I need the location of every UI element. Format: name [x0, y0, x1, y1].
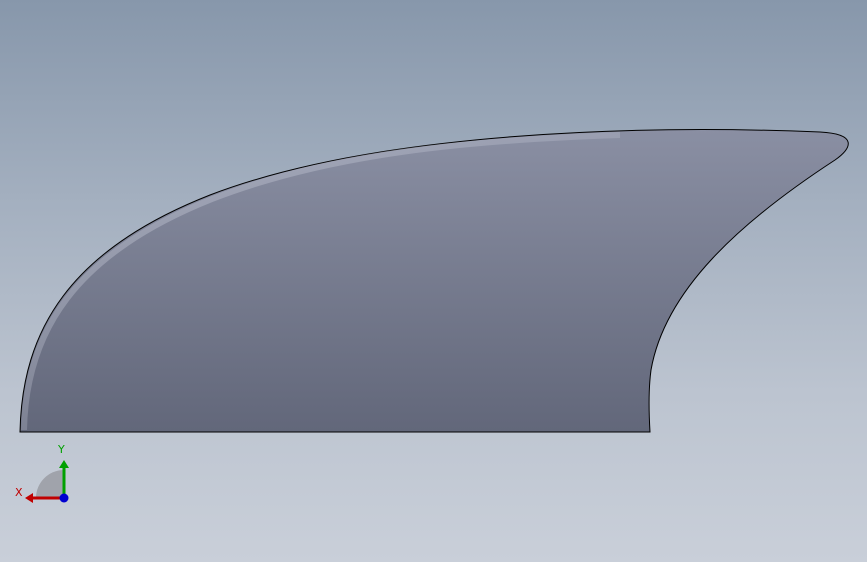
y-axis-label: Y [58, 443, 65, 456]
y-axis-arrowhead [59, 460, 69, 468]
profile-face [19, 129, 849, 433]
z-axis-dot [59, 493, 69, 503]
x-axis-arrowhead [25, 493, 33, 503]
x-axis-label: X [15, 486, 23, 499]
graphics-viewport[interactable]: Y X [0, 0, 867, 562]
triad-graphic [25, 460, 69, 503]
triad-plane-shade [36, 470, 64, 498]
sketch-model-view[interactable] [0, 0, 867, 562]
view-triad: Y X [12, 440, 76, 510]
